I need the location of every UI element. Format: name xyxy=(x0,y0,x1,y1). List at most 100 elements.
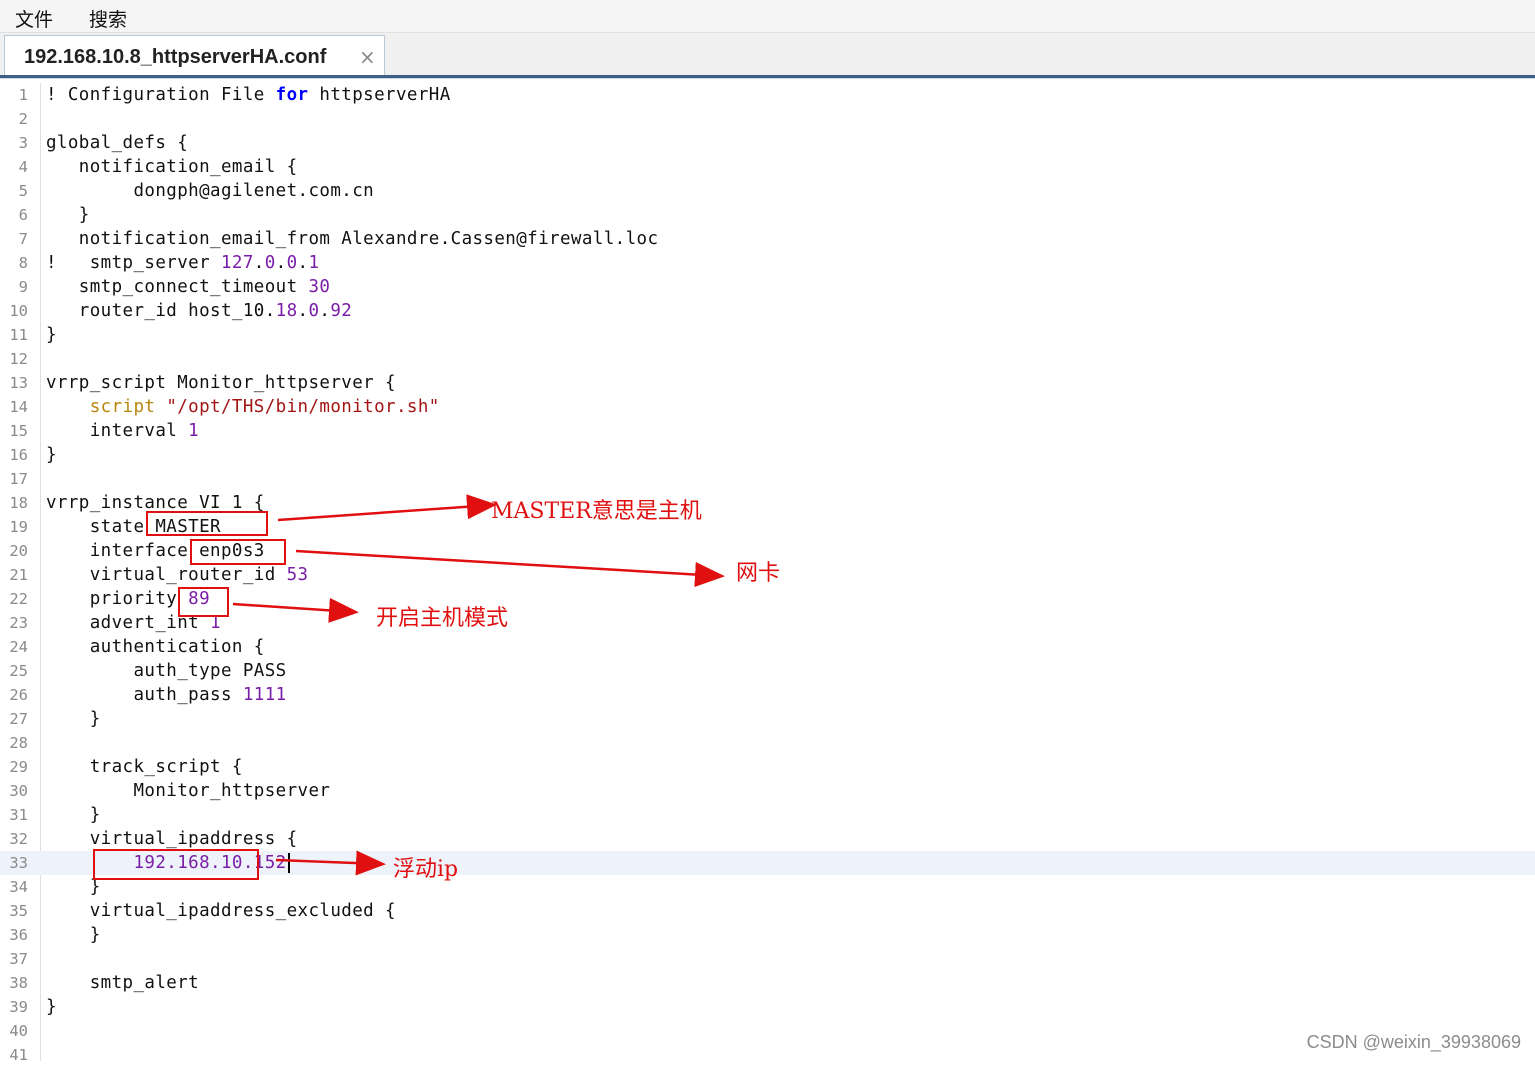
code-line[interactable]: 31 } xyxy=(0,803,1535,827)
code-line[interactable]: 41 xyxy=(0,1043,1535,1067)
code-line[interactable]: 23 advert_int 1 xyxy=(0,611,1535,635)
line-number: 23 xyxy=(9,614,28,632)
code-line[interactable]: 38 smtp_alert xyxy=(0,971,1535,995)
watermark: CSDN @weixin_39938069 xyxy=(1306,1032,1521,1052)
line-number: 34 xyxy=(9,878,28,896)
annotation-box-master xyxy=(146,511,268,536)
line-number: 27 xyxy=(9,710,28,728)
close-icon[interactable]: × xyxy=(359,45,376,69)
line-number: 35 xyxy=(9,902,28,920)
line-number: 29 xyxy=(9,758,28,776)
code-text: interval 1 xyxy=(46,421,200,441)
code-text: } xyxy=(46,205,90,225)
tab-divider-light xyxy=(0,78,1535,79)
line-number: 22 xyxy=(9,590,28,608)
code-text: } xyxy=(46,997,57,1017)
menu-bar: 文件 搜索 xyxy=(0,0,1535,33)
line-number: 28 xyxy=(9,734,28,752)
annotation-nic: 网卡 xyxy=(736,561,781,586)
line-number: 3 xyxy=(18,134,28,152)
line-number: 20 xyxy=(9,542,28,560)
code-line[interactable]: 9 smtp_connect_timeout 30 xyxy=(0,275,1535,299)
line-number: 16 xyxy=(9,446,28,464)
code-text: virtual_ipaddress { xyxy=(46,829,298,849)
code-text: auth_pass 1111 xyxy=(46,685,287,705)
code-line[interactable]: 13 vrrp_script Monitor_httpserver { xyxy=(0,371,1535,395)
line-number: 9 xyxy=(18,278,28,296)
line-number: 31 xyxy=(9,806,28,824)
line-number: 17 xyxy=(9,470,28,488)
file-tab[interactable]: 192.168.10.8_httpserverHA.conf × xyxy=(4,35,385,75)
line-number: 36 xyxy=(9,926,28,944)
code-line[interactable]: 28 xyxy=(0,731,1535,755)
code-line[interactable]: 36 } xyxy=(0,923,1535,947)
code-text: vrrp_script Monitor_httpserver { xyxy=(46,373,396,393)
code-text: Monitor_httpserver xyxy=(46,781,331,801)
code-line[interactable]: 14 script "/opt/THS/bin/monitor.sh" xyxy=(0,395,1535,419)
menu-search[interactable]: 搜索 xyxy=(89,5,127,32)
line-number: 21 xyxy=(9,566,28,584)
line-number: 10 xyxy=(9,302,28,320)
code-text: notification_email_from Alexandre.Cassen… xyxy=(46,229,659,249)
code-line[interactable]: 5 dongph@agilenet.com.cn xyxy=(0,179,1535,203)
code-text: } xyxy=(46,709,101,729)
code-line[interactable]: 17 xyxy=(0,467,1535,491)
annotation-master: MASTER意思是主机 xyxy=(491,499,702,524)
line-number: 6 xyxy=(18,206,28,224)
line-number: 8 xyxy=(18,254,28,272)
menu-file[interactable]: 文件 xyxy=(15,5,53,32)
code-text: global_defs { xyxy=(46,133,189,153)
code-line[interactable]: 39} xyxy=(0,995,1535,1019)
line-number: 41 xyxy=(9,1046,28,1064)
annotation-box-priority xyxy=(178,587,229,617)
code-line[interactable]: 35 virtual_ipaddress_excluded { xyxy=(0,899,1535,923)
code-text: } xyxy=(46,445,57,465)
code-line[interactable]: 40 xyxy=(0,1019,1535,1043)
code-line[interactable]: 27 } xyxy=(0,707,1535,731)
line-number: 18 xyxy=(9,494,28,512)
code-text: script "/opt/THS/bin/monitor.sh" xyxy=(89,397,440,417)
code-line[interactable]: 10 router_id host_10.18.0.92 xyxy=(0,299,1535,323)
code-text: virtual_router_id 53 xyxy=(46,565,309,585)
line-number: 14 xyxy=(9,398,28,416)
line-number: 15 xyxy=(9,422,28,440)
line-number: 5 xyxy=(18,182,28,200)
line-number: 1 xyxy=(18,86,28,104)
code-line[interactable]: 26 auth_pass 1111 xyxy=(0,683,1535,707)
code-text: dongph@agilenet.com.cn xyxy=(46,181,375,201)
code-line[interactable]: 3 global_defs { xyxy=(0,131,1535,155)
code-line[interactable]: 4 notification_email { xyxy=(0,155,1535,179)
code-line[interactable]: 8 ! smtp_server 127.0.0.1 xyxy=(0,251,1535,275)
code-line[interactable]: 29 track_script { xyxy=(0,755,1535,779)
code-line[interactable]: 16} xyxy=(0,443,1535,467)
line-number: 30 xyxy=(9,782,28,800)
line-number: 12 xyxy=(9,350,28,368)
code-line[interactable]: 7 notification_email_from Alexandre.Cass… xyxy=(0,227,1535,251)
code-line[interactable]: 11} xyxy=(0,323,1535,347)
code-text: } xyxy=(46,325,57,345)
code-text: auth_type PASS xyxy=(46,661,287,681)
code-line[interactable]: 37 xyxy=(0,947,1535,971)
code-text: smtp_alert xyxy=(46,973,200,993)
code-line[interactable]: 2 xyxy=(0,107,1535,131)
line-number: 2 xyxy=(18,110,28,128)
code-line[interactable]: 25 auth_type PASS xyxy=(0,659,1535,683)
line-number: 7 xyxy=(18,230,28,248)
line-number: 40 xyxy=(9,1022,28,1040)
code-text: router_id host_10.18.0.92 xyxy=(46,301,353,321)
code-line[interactable]: 32 virtual_ipaddress { xyxy=(0,827,1535,851)
code-text: } xyxy=(46,805,101,825)
line-number: 25 xyxy=(9,662,28,680)
code-line[interactable]: 15 interval 1 xyxy=(0,419,1535,443)
line-number: 39 xyxy=(9,998,28,1016)
code-line[interactable]: 6 } xyxy=(0,203,1535,227)
line-number: 37 xyxy=(9,950,28,968)
code-line[interactable]: 1 ! Configuration File for httpserverHA xyxy=(0,83,1535,107)
line-number: 33 xyxy=(9,854,28,872)
code-line[interactable]: 12 xyxy=(0,347,1535,371)
code-line[interactable]: 22 priority 89 xyxy=(0,587,1535,611)
code-line[interactable]: 24 authentication { xyxy=(0,635,1535,659)
tab-bar: 192.168.10.8_httpserverHA.conf × xyxy=(0,33,1535,75)
code-line[interactable]: 30 Monitor_httpserver xyxy=(0,779,1535,803)
code-text: ! smtp_server 127.0.0.1 xyxy=(46,253,320,273)
